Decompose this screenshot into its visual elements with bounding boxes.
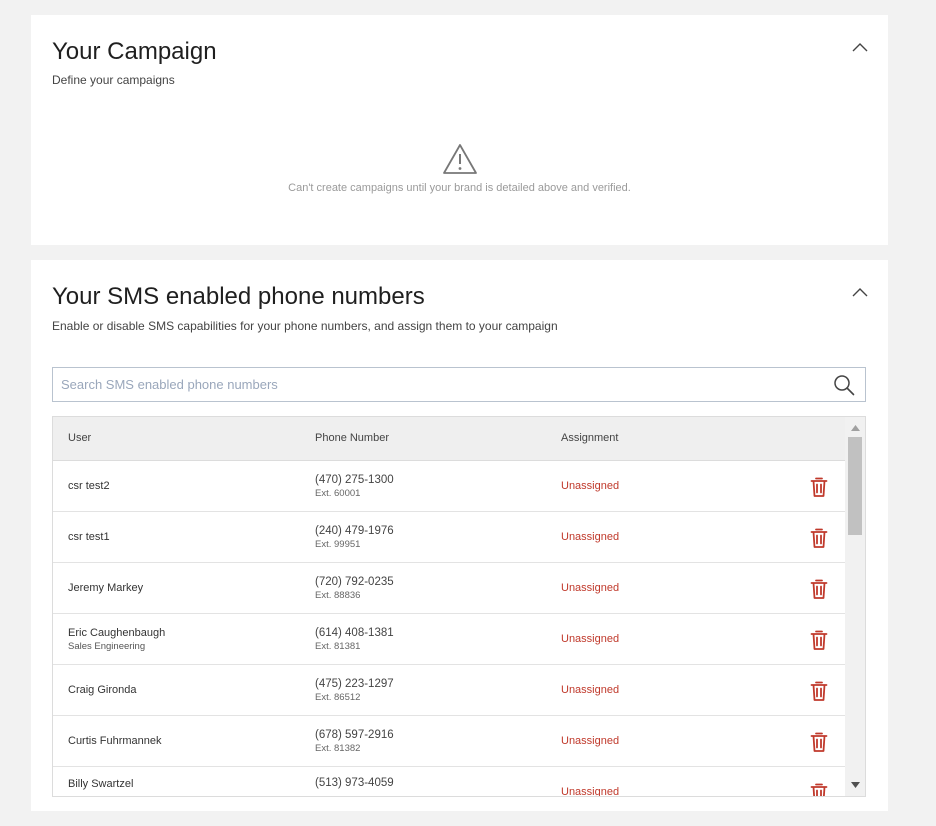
search-box (52, 367, 866, 402)
column-header-user[interactable]: User (68, 417, 91, 460)
user-name: Eric Caughenbaugh (68, 626, 166, 639)
assignment-status[interactable]: Unassigned (561, 531, 619, 543)
user-name: Billy Swartzel (68, 778, 134, 790)
assignment-cell: Unassigned (561, 461, 619, 511)
assignment-cell: Unassigned (561, 563, 619, 613)
table-scrollbar[interactable] (845, 417, 865, 796)
table-row: Jeremy Markey (720) 792-0235 Ext. 88836 … (53, 563, 845, 614)
scroll-up-button[interactable] (845, 419, 865, 437)
table-row: Craig Gironda (475) 223-1297 Ext. 86512 … (53, 665, 845, 716)
phone-number: (614) 408-1381 (315, 626, 394, 639)
phone-cell: (513) 973-4059 (315, 767, 394, 796)
assignment-status[interactable]: Unassigned (561, 582, 619, 594)
table-body: csr test2 (470) 275-1300 Ext. 60001 Unas… (53, 461, 845, 797)
trash-icon[interactable] (809, 629, 829, 651)
table-row: csr test2 (470) 275-1300 Ext. 60001 Unas… (53, 461, 845, 512)
user-cell: Curtis Fuhrmannek (68, 716, 162, 766)
assignment-cell: Unassigned (561, 665, 619, 715)
sms-subtitle: Enable or disable SMS capabilities for y… (52, 319, 558, 333)
user-cell: csr test1 (68, 512, 110, 562)
trash-icon[interactable] (809, 476, 829, 498)
table-row: Billy Swartzel (513) 973-4059 Unassigned (53, 767, 845, 797)
user-cell: Craig Gironda (68, 665, 136, 715)
phone-number: (240) 479-1976 (315, 524, 394, 537)
phone-cell: (470) 275-1300 Ext. 60001 (315, 461, 394, 511)
phone-cell: (475) 223-1297 Ext. 86512 (315, 665, 394, 715)
user-cell: Billy Swartzel (68, 767, 134, 796)
user-department: Sales Engineering (68, 640, 146, 652)
campaign-card: Your Campaign Define your campaigns Can'… (31, 15, 888, 245)
assignment-status[interactable]: Unassigned (561, 735, 619, 747)
phone-extension: Ext. 86512 (315, 691, 361, 703)
assignment-cell: Unassigned (561, 614, 619, 664)
search-input[interactable] (53, 368, 823, 401)
chevron-up-icon (852, 288, 868, 297)
phone-extension: Ext. 81381 (315, 640, 361, 652)
phone-numbers-table: User Phone Number Assignment csr test2 (… (52, 416, 866, 797)
assignment-cell: Unassigned (561, 716, 619, 766)
scroll-thumb[interactable] (848, 437, 862, 535)
user-name: csr test1 (68, 531, 110, 543)
assignment-status[interactable]: Unassigned (561, 633, 619, 645)
assignment-status[interactable]: Unassigned (561, 684, 619, 696)
phone-number: (470) 275-1300 (315, 473, 394, 486)
phone-cell: (240) 479-1976 Ext. 99951 (315, 512, 394, 562)
user-cell: Eric Caughenbaugh Sales Engineering (68, 614, 165, 664)
user-name: Curtis Fuhrmannek (68, 735, 162, 747)
column-header-phone[interactable]: Phone Number (315, 417, 389, 460)
user-name: Jeremy Markey (68, 582, 144, 594)
triangle-down-icon (850, 782, 860, 788)
user-name: Craig Gironda (68, 684, 137, 696)
chevron-up-icon (852, 43, 868, 52)
trash-icon[interactable] (809, 782, 829, 797)
assignment-cell: Unassigned (561, 767, 619, 796)
phone-number: (513) 973-4059 (315, 777, 394, 789)
assignment-status[interactable]: Unassigned (561, 786, 619, 796)
user-cell: csr test2 (68, 461, 110, 511)
campaign-collapse-button[interactable] (850, 37, 870, 57)
table-row: Curtis Fuhrmannek (678) 597-2916 Ext. 81… (53, 716, 845, 767)
column-header-assignment[interactable]: Assignment (561, 417, 618, 460)
triangle-up-icon (850, 425, 860, 431)
sms-title: Your SMS enabled phone numbers (52, 283, 425, 310)
warning-icon (442, 144, 477, 174)
phone-number: (678) 597-2916 (315, 728, 394, 741)
assignment-status[interactable]: Unassigned (561, 480, 619, 492)
phone-cell: (678) 597-2916 Ext. 81382 (315, 716, 394, 766)
table-row: Eric Caughenbaugh Sales Engineering (614… (53, 614, 845, 665)
campaign-title: Your Campaign (52, 38, 217, 65)
trash-icon[interactable] (809, 731, 829, 753)
campaign-subtitle: Define your campaigns (52, 73, 175, 87)
sms-collapse-button[interactable] (850, 282, 870, 302)
phone-cell: (614) 408-1381 Ext. 81381 (315, 614, 394, 664)
table-row: csr test1 (240) 479-1976 Ext. 99951 Unas… (53, 512, 845, 563)
scroll-down-button[interactable] (845, 776, 865, 794)
phone-extension: Ext. 60001 (315, 487, 361, 499)
phone-extension: Ext. 81382 (315, 742, 361, 754)
campaign-empty-message: Can't create campaigns until your brand … (288, 182, 631, 194)
user-name: csr test2 (68, 480, 110, 492)
phone-extension: Ext. 88836 (315, 589, 361, 601)
search-icon[interactable] (833, 374, 855, 396)
phone-number: (720) 792-0235 (315, 575, 394, 588)
sms-numbers-card: Your SMS enabled phone numbers Enable or… (31, 260, 888, 811)
trash-icon[interactable] (809, 680, 829, 702)
assignment-cell: Unassigned (561, 512, 619, 562)
table-header: User Phone Number Assignment (53, 417, 845, 461)
phone-extension: Ext. 99951 (315, 538, 361, 550)
trash-icon[interactable] (809, 578, 829, 600)
campaign-empty-state: Can't create campaigns until your brand … (31, 143, 888, 194)
phone-number: (475) 223-1297 (315, 677, 394, 690)
user-cell: Jeremy Markey (68, 563, 143, 613)
trash-icon[interactable] (809, 527, 829, 549)
phone-cell: (720) 792-0235 Ext. 88836 (315, 563, 394, 613)
